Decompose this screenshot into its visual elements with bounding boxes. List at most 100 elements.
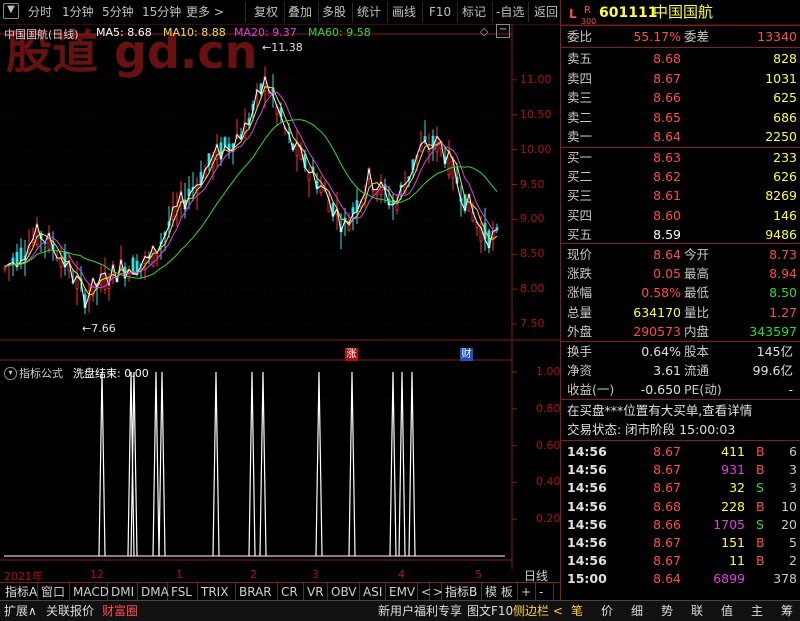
date-label-mar: 3 xyxy=(312,568,319,581)
tab-5min[interactable]: 5分钟 xyxy=(102,4,134,20)
signal-spike xyxy=(408,371,416,557)
signal-spike xyxy=(259,371,267,557)
quote-row-1: 涨跌 0.05 最高 8.94 xyxy=(567,266,797,282)
candle-body xyxy=(107,285,111,290)
price-tick-label: 9.50 xyxy=(520,177,545,191)
indicator-tab-2[interactable]: MACD xyxy=(70,583,109,601)
chips-tab[interactable]: 筹 xyxy=(781,602,793,620)
bid-row-3[interactable]: 买三 8.61 8269 xyxy=(561,186,800,205)
indicator-tab-17[interactable]: + xyxy=(518,583,536,601)
signal-spike xyxy=(152,371,160,557)
event-tag-limit-up[interactable]: 涨 xyxy=(345,348,358,361)
ma-line-ma20 xyxy=(4,91,498,289)
indicator-title[interactable]: 指标公式 xyxy=(19,365,63,381)
related-quotes-button[interactable]: 关联报价 xyxy=(46,602,94,620)
tick-row: 14:56 8.67 11 B 2 xyxy=(567,553,797,569)
ask-row-1[interactable]: 卖一 8.64 2250 xyxy=(561,127,800,146)
expand-button[interactable]: 扩展∧ xyxy=(4,602,37,620)
ask-row-2[interactable]: 卖二 8.65 686 xyxy=(561,108,800,127)
tab-more[interactable]: 更多 > xyxy=(186,4,224,20)
indicator-tick-label: 0.40 xyxy=(536,475,561,489)
indicator-tab-7[interactable]: BRAR xyxy=(236,583,278,601)
indicator-tab-4[interactable]: DMA xyxy=(138,583,169,601)
date-label-apr: 4 xyxy=(398,568,405,581)
indicator-tick-label: 0.60 xyxy=(536,438,561,452)
signal-spike xyxy=(248,371,256,557)
signal-spike xyxy=(315,371,323,557)
indicator-tab-6[interactable]: TRIX xyxy=(198,583,236,601)
back-button[interactable]: 返回 xyxy=(534,4,558,20)
indicator-tab-10[interactable]: OBV xyxy=(328,583,360,601)
wealth-circle-button[interactable]: 财富圈 xyxy=(102,602,138,620)
indicator-tab-9[interactable]: VR xyxy=(304,583,328,601)
indicator-tab-8[interactable]: CR xyxy=(278,583,304,601)
indicator-tab-11[interactable]: ASI xyxy=(360,583,386,601)
promo-link[interactable]: 新用户福利专享 xyxy=(378,602,462,620)
indicator-tab-14[interactable]: > xyxy=(430,583,443,601)
indicator-collapse-icon[interactable]: ▾ xyxy=(4,367,17,380)
indicator-tab-0[interactable]: 指标A xyxy=(2,583,38,601)
low-marker: ←7.66 xyxy=(82,322,116,335)
quote-row-2: 涨幅 0.58% 最低 8.50 xyxy=(567,285,797,301)
ask-row-3[interactable]: 卖三 8.66 625 xyxy=(561,88,800,107)
multi-stock-button[interactable]: 多股 xyxy=(322,4,346,20)
candle-body xyxy=(307,172,311,181)
indicator-tab-16[interactable]: 模 板 xyxy=(482,583,518,601)
tick-tab[interactable]: 笔 xyxy=(571,602,583,620)
value-tab[interactable]: 值 xyxy=(721,602,733,620)
ma20-legend: MA20: 9.37 xyxy=(234,26,297,39)
main-tab[interactable]: 主 xyxy=(751,602,763,620)
trade-state: 交易状态: 闭市阶段 15:00:03 xyxy=(567,422,736,437)
ma60-legend: MA60: 9.58 xyxy=(308,26,371,39)
indicator-value: 洗盘结束: 0.00 xyxy=(73,367,149,380)
indicator-tab-18[interactable]: - xyxy=(536,583,554,601)
kline-chart-area[interactable]: 股道 gd.cn 中国国航(日线) MA5: 8.68 MA10: 8.88 M… xyxy=(0,24,561,583)
price-tab[interactable]: 价 xyxy=(601,602,613,620)
quote-row-0: 现价 8.64 今开 8.73 xyxy=(567,247,797,262)
event-tag-finance[interactable]: 财 xyxy=(460,348,473,361)
fin-row-0: 换手 0.64% 股本 145亿 xyxy=(567,344,793,359)
indicator-tab-15[interactable]: 指标B xyxy=(442,583,482,601)
tick-row: 14:56 8.67 931 B 3 xyxy=(567,462,797,478)
detail-tab[interactable]: 细 xyxy=(631,602,643,620)
big-order-notice[interactable]: 在买盘***位置有大买单,查看详情 xyxy=(561,401,800,420)
tab-15min[interactable]: 15分钟 xyxy=(142,4,181,20)
tick-row: 14:56 8.67 151 B 5 xyxy=(567,535,797,550)
bid-row-1[interactable]: 买一 8.63 233 xyxy=(561,148,800,167)
kline-chart[interactable]: 股道 gd.cn xyxy=(0,24,560,569)
indicator-tick-label: 1.00 xyxy=(536,365,561,378)
collapse-icon[interactable]: ▼ xyxy=(3,3,19,19)
diamond-icon[interactable]: ◇ xyxy=(480,25,488,38)
indicator-tab-5[interactable]: FSL xyxy=(168,583,198,601)
status-bar: 扩展∧ 关联报价 财富圈 新用户福利专享 图文F10 侧边栏 < 笔价细势联值主… xyxy=(0,600,800,621)
related-tab[interactable]: 联 xyxy=(691,602,703,620)
ask-row-4[interactable]: 卖四 8.67 1031 xyxy=(561,69,800,88)
signal-spike xyxy=(158,371,166,557)
bid-row-5[interactable]: 买五 8.59 9486 xyxy=(561,225,800,244)
indicator-tab-12[interactable]: EMV xyxy=(386,583,418,601)
tab-fenshi[interactable]: 分时 xyxy=(28,4,52,20)
overlay-button[interactable]: 叠加 xyxy=(288,4,312,20)
indicator-tick-label: 0.20 xyxy=(536,512,561,526)
tab-1min[interactable]: 1分钟 xyxy=(62,4,94,20)
f10-graphic-button[interactable]: 图文F10 xyxy=(467,602,513,620)
bid-row-4[interactable]: 买四 8.60 146 xyxy=(561,206,800,225)
indicator-tab-1[interactable]: 窗口 xyxy=(38,583,70,601)
ask-row-5[interactable]: 卖五 8.68 828 xyxy=(561,49,800,68)
weibi-value: 55.17% xyxy=(633,29,681,44)
bid-row-2[interactable]: 买二 8.62 626 xyxy=(561,167,800,186)
sidebar-toggle-button[interactable]: 侧边栏 < xyxy=(513,602,563,620)
mark-button[interactable]: 标记 xyxy=(462,4,486,20)
indicator-tab-3[interactable]: DMI xyxy=(108,583,138,601)
trend-tab[interactable]: 势 xyxy=(661,602,673,620)
tick-row: 14:56 8.68 228 B 10 xyxy=(567,498,797,514)
draw-line-button[interactable]: 画线 xyxy=(392,4,416,20)
restore-rights-button[interactable]: 复权 xyxy=(254,4,278,20)
signal-spike xyxy=(98,371,106,557)
minus-icon[interactable]: − xyxy=(496,24,510,38)
f10-button[interactable]: F10 xyxy=(429,4,451,20)
price-tick-label: 10.50 xyxy=(520,107,552,121)
indicator-tab-13[interactable]: < xyxy=(418,583,431,601)
self-select-button[interactable]: -自选 xyxy=(496,4,524,20)
statistics-button[interactable]: 统计 xyxy=(357,4,381,20)
